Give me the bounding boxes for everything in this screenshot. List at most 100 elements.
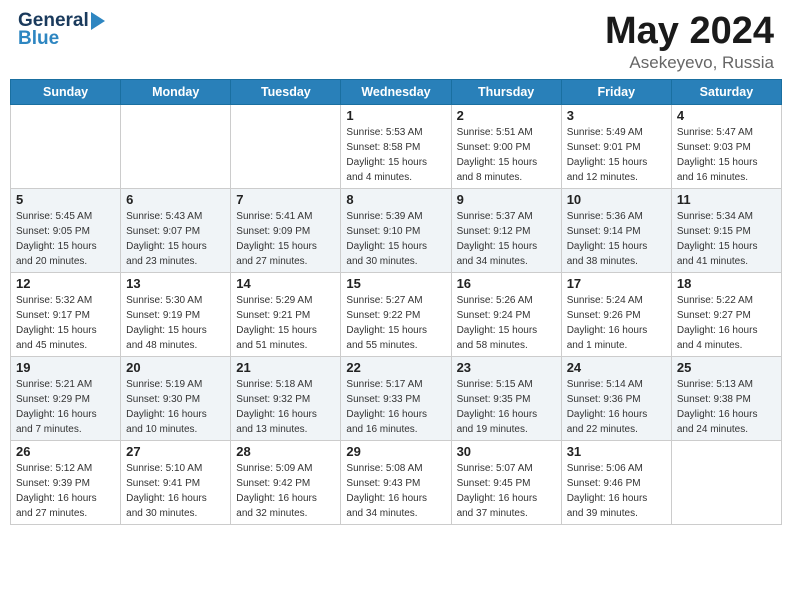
table-row: 9 Sunrise: 5:37 AMSunset: 9:12 PMDaylight… [451,189,561,273]
day-info: Sunrise: 5:24 AMSunset: 9:26 PMDaylight:… [567,293,666,353]
title-block: May 2024 Asekeyevo, Russia [605,10,774,73]
day-number: 14 [236,276,335,291]
table-row [231,105,341,189]
table-row: 11Sunrise: 5:34 AMSunset: 9:15 PMDayligh… [671,189,781,273]
calendar-week-row: 26Sunrise: 5:12 AMSunset: 9:39 PMDayligh… [11,441,782,525]
table-row: 8Sunrise: 5:39 AMSunset: 9:10 PMDaylight… [341,189,451,273]
calendar-table: Sunday Monday Tuesday Wednesday Thursday… [10,79,782,525]
table-row: 7Sunrise: 5:41 AMSunset: 9:09 PMDaylight… [231,189,341,273]
day-number: 26 [16,444,115,459]
day-info: Sunrise: 5:22 AMSunset: 9:27 PMDaylight:… [677,293,776,353]
day-info: Sunrise: 5:30 AMSunset: 9:19 PMDaylight:… [126,293,225,353]
table-row: 1Sunrise: 5:53 AMSunset: 8:58 PMDaylight… [341,105,451,189]
day-number: 20 [126,360,225,375]
col-thursday: Thursday [451,80,561,105]
day-info: Sunrise: 5:17 AMSunset: 9:33 PMDaylight:… [346,377,445,437]
day-info: Sunrise: 5:15 AMSunset: 9:35 PMDaylight:… [457,377,556,437]
day-info: Sunrise: 5:43 AMSunset: 9:07 PMDaylight:… [126,209,225,269]
day-number: 3 [567,108,666,123]
day-number: 29 [346,444,445,459]
day-info: Sunrise: 5:06 AMSunset: 9:46 PMDaylight:… [567,461,666,521]
table-row [121,105,231,189]
table-row: 5 Sunrise: 5:45 AMSunset: 9:05 PMDaylight… [11,189,121,273]
day-info: Sunrise: 5:09 AMSunset: 9:42 PMDaylight:… [236,461,335,521]
day-number: 21 [236,360,335,375]
day-number: 15 [346,276,445,291]
table-row: 12Sunrise: 5:32 AMSunset: 9:17 PMDayligh… [11,273,121,357]
day-info: Sunrise: 5:26 AMSunset: 9:24 PMDaylight:… [457,293,556,353]
day-info: Sunrise: 5:51 AMSunset: 9:00 PMDaylight:… [457,125,556,185]
day-number: 19 [16,360,115,375]
day-number: 27 [126,444,225,459]
day-number: 8 [346,192,445,207]
table-row: 31 Sunrise: 5:06 AMSunset: 9:46 PMDayligh… [561,441,671,525]
table-row: 4 Sunrise: 5:47 AMSunset: 9:03 PMDaylight… [671,105,781,189]
day-number: 5 [16,192,115,207]
day-info: Sunrise: 5:29 AMSunset: 9:21 PMDaylight:… [236,293,335,353]
col-friday: Friday [561,80,671,105]
day-number: 10 [567,192,666,207]
day-info: Sunrise: 5:37 AMSunset: 9:12 PMDaylight:… [457,209,556,269]
calendar-week-row: 1Sunrise: 5:53 AMSunset: 8:58 PMDaylight… [11,105,782,189]
calendar-header-row: Sunday Monday Tuesday Wednesday Thursday… [11,80,782,105]
day-number: 16 [457,276,556,291]
table-row [11,105,121,189]
table-row: 14 Sunrise: 5:29 AMSunset: 9:21 PMDayligh… [231,273,341,357]
day-number: 13 [126,276,225,291]
day-number: 25 [677,360,776,375]
day-info: Sunrise: 5:53 AMSunset: 8:58 PMDaylight:… [346,125,445,185]
day-info: Sunrise: 5:45 AMSunset: 9:05 PMDaylight:… [16,209,115,269]
day-info: Sunrise: 5:07 AMSunset: 9:45 PMDaylight:… [457,461,556,521]
table-row: 2 Sunrise: 5:51 AMSunset: 9:00 PMDaylight… [451,105,561,189]
day-number: 9 [457,192,556,207]
day-info: Sunrise: 5:10 AMSunset: 9:41 PMDaylight:… [126,461,225,521]
calendar-week-row: 5 Sunrise: 5:45 AMSunset: 9:05 PMDaylight… [11,189,782,273]
logo-blue-text: Blue [18,28,111,50]
table-row: 10Sunrise: 5:36 AMSunset: 9:14 PMDayligh… [561,189,671,273]
table-row: 17 Sunrise: 5:24 AMSunset: 9:26 PMDayligh… [561,273,671,357]
col-saturday: Saturday [671,80,781,105]
day-info: Sunrise: 5:19 AMSunset: 9:30 PMDaylight:… [126,377,225,437]
calendar-week-row: 19Sunrise: 5:21 AMSunset: 9:29 PMDayligh… [11,357,782,441]
day-number: 4 [677,108,776,123]
table-row: 19Sunrise: 5:21 AMSunset: 9:29 PMDayligh… [11,357,121,441]
day-info: Sunrise: 5:08 AMSunset: 9:43 PMDaylight:… [346,461,445,521]
subtitle: Asekeyevo, Russia [605,53,774,73]
table-row: 28 Sunrise: 5:09 AMSunset: 9:42 PMDayligh… [231,441,341,525]
table-row: 29 Sunrise: 5:08 AMSunset: 9:43 PMDayligh… [341,441,451,525]
calendar-week-row: 12Sunrise: 5:32 AMSunset: 9:17 PMDayligh… [11,273,782,357]
page-wrapper: General Blue May 2024 Asekeyevo, Russia … [0,0,792,612]
day-number: 22 [346,360,445,375]
day-info: Sunrise: 5:14 AMSunset: 9:36 PMDaylight:… [567,377,666,437]
day-info: Sunrise: 5:27 AMSunset: 9:22 PMDaylight:… [346,293,445,353]
day-number: 31 [567,444,666,459]
day-number: 6 [126,192,225,207]
table-row: 18Sunrise: 5:22 AMSunset: 9:27 PMDayligh… [671,273,781,357]
table-row: 3 Sunrise: 5:49 AMSunset: 9:01 PMDaylight… [561,105,671,189]
day-info: Sunrise: 5:32 AMSunset: 9:17 PMDaylight:… [16,293,115,353]
main-title: May 2024 [605,10,774,53]
table-row: 30Sunrise: 5:07 AMSunset: 9:45 PMDayligh… [451,441,561,525]
table-row: 16 Sunrise: 5:26 AMSunset: 9:24 PMDayligh… [451,273,561,357]
day-number: 2 [457,108,556,123]
table-row: 25Sunrise: 5:13 AMSunset: 9:38 PMDayligh… [671,357,781,441]
day-number: 11 [677,192,776,207]
table-row [671,441,781,525]
logo: General Blue [18,10,111,50]
col-sunday: Sunday [11,80,121,105]
day-number: 24 [567,360,666,375]
table-row: 13 Sunrise: 5:30 AMSunset: 9:19 PMDayligh… [121,273,231,357]
table-row: 22 Sunrise: 5:17 AMSunset: 9:33 PMDayligh… [341,357,451,441]
calendar-container: Sunday Monday Tuesday Wednesday Thursday… [0,79,792,531]
table-row: 27 Sunrise: 5:10 AMSunset: 9:41 PMDayligh… [121,441,231,525]
table-row: 21Sunrise: 5:18 AMSunset: 9:32 PMDayligh… [231,357,341,441]
day-info: Sunrise: 5:47 AMSunset: 9:03 PMDaylight:… [677,125,776,185]
day-number: 23 [457,360,556,375]
day-number: 28 [236,444,335,459]
table-row: 20 Sunrise: 5:19 AMSunset: 9:30 PMDayligh… [121,357,231,441]
col-tuesday: Tuesday [231,80,341,105]
day-number: 17 [567,276,666,291]
day-info: Sunrise: 5:49 AMSunset: 9:01 PMDaylight:… [567,125,666,185]
table-row: 23 Sunrise: 5:15 AMSunset: 9:35 PMDayligh… [451,357,561,441]
col-wednesday: Wednesday [341,80,451,105]
